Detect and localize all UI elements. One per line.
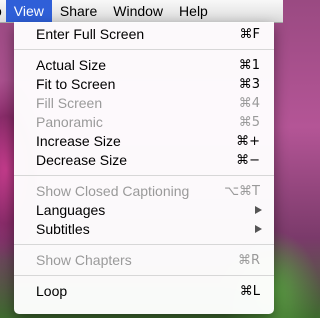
menu-item-fit-to-screen[interactable]: Fit to Screen ⌘3 bbox=[14, 75, 274, 94]
menu-item-shortcut: ⌘3 bbox=[238, 77, 260, 92]
menubar-item-window[interactable]: Window bbox=[105, 0, 171, 22]
submenu-arrow-icon bbox=[255, 225, 262, 233]
menu-item-loop[interactable]: Loop ⌘L bbox=[14, 282, 274, 301]
menu-item-shortcut: ⌘L bbox=[239, 284, 260, 299]
menu-item-show-closed-captioning: Show Closed Captioning ⌥⌘T bbox=[14, 182, 274, 201]
menu-item-enter-full-screen[interactable]: Enter Full Screen ⌘F bbox=[14, 25, 274, 44]
menu-item-label: Panoramic bbox=[36, 114, 103, 130]
menu-item-label: Decrease Size bbox=[36, 152, 128, 168]
menu-item-subtitles[interactable]: Subtitles bbox=[14, 220, 274, 239]
menu-item-label: Enter Full Screen bbox=[36, 26, 145, 42]
menu-item-actual-size[interactable]: Actual Size ⌘1 bbox=[14, 56, 274, 75]
menu-separator bbox=[14, 244, 274, 245]
menu-item-label: Loop bbox=[36, 283, 68, 299]
menu-bar: o View Share Window Help bbox=[0, 0, 283, 23]
menu-item-shortcut: ⌘+ bbox=[236, 134, 260, 149]
menu-item-label: Fit to Screen bbox=[36, 76, 116, 92]
menu-item-label: Show Chapters bbox=[36, 252, 132, 268]
submenu-arrow-icon bbox=[255, 206, 262, 214]
menu-item-label: Actual Size bbox=[36, 57, 107, 73]
menu-separator bbox=[14, 175, 274, 176]
menu-item-show-chapters: Show Chapters ⌘R bbox=[14, 251, 274, 270]
menu-item-shortcut: ⌘− bbox=[236, 153, 260, 168]
menu-item-shortcut: ⌘4 bbox=[238, 96, 260, 111]
menu-item-label: Fill Screen bbox=[36, 95, 103, 111]
menu-item-fill-screen: Fill Screen ⌘4 bbox=[14, 94, 274, 113]
menu-item-shortcut: ⌘5 bbox=[238, 115, 260, 130]
menu-item-shortcut: ⌘R bbox=[237, 253, 260, 268]
menu-item-label: Show Closed Captioning bbox=[36, 183, 190, 199]
menu-item-label: Subtitles bbox=[36, 221, 90, 237]
menu-item-decrease-size[interactable]: Decrease Size ⌘− bbox=[14, 151, 274, 170]
menubar-item-help[interactable]: Help bbox=[171, 0, 216, 22]
menu-separator bbox=[14, 275, 274, 276]
menu-item-languages[interactable]: Languages bbox=[14, 201, 274, 220]
menu-item-label: Increase Size bbox=[36, 133, 121, 149]
menu-item-label: Languages bbox=[36, 202, 106, 218]
menu-item-increase-size[interactable]: Increase Size ⌘+ bbox=[14, 132, 274, 151]
menu-separator bbox=[14, 49, 274, 50]
menu-item-shortcut: ⌥⌘T bbox=[224, 184, 260, 199]
menubar-item-view[interactable]: View bbox=[5, 0, 52, 22]
menu-item-panoramic: Panoramic ⌘5 bbox=[14, 113, 274, 132]
menu-item-shortcut: ⌘F bbox=[239, 27, 260, 42]
menu-item-shortcut: ⌘1 bbox=[238, 58, 260, 73]
menubar-item-share[interactable]: Share bbox=[52, 0, 105, 22]
view-menu: Enter Full Screen ⌘F Actual Size ⌘1 Fit … bbox=[14, 22, 274, 314]
